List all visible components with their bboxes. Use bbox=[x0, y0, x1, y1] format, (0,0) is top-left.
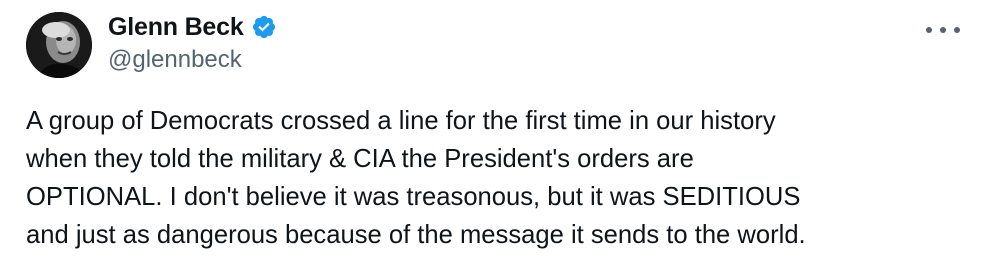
more-dot bbox=[954, 27, 960, 33]
tweet-card: Glenn Beck @glennbeck A group of Democra… bbox=[0, 0, 984, 276]
verified-badge-icon[interactable] bbox=[251, 14, 277, 40]
more-dot bbox=[940, 27, 946, 33]
more-dot bbox=[926, 27, 932, 33]
avatar-portrait-image bbox=[26, 12, 92, 78]
author-display-name[interactable]: Glenn Beck bbox=[108, 13, 244, 42]
author-handle[interactable]: @glennbeck bbox=[108, 46, 242, 74]
more-options-icon[interactable] bbox=[926, 20, 960, 40]
author-name-row: Glenn Beck bbox=[108, 10, 277, 44]
avatar[interactable] bbox=[26, 12, 92, 78]
tweet-text: A group of Democrats crossed a line for … bbox=[26, 107, 806, 249]
